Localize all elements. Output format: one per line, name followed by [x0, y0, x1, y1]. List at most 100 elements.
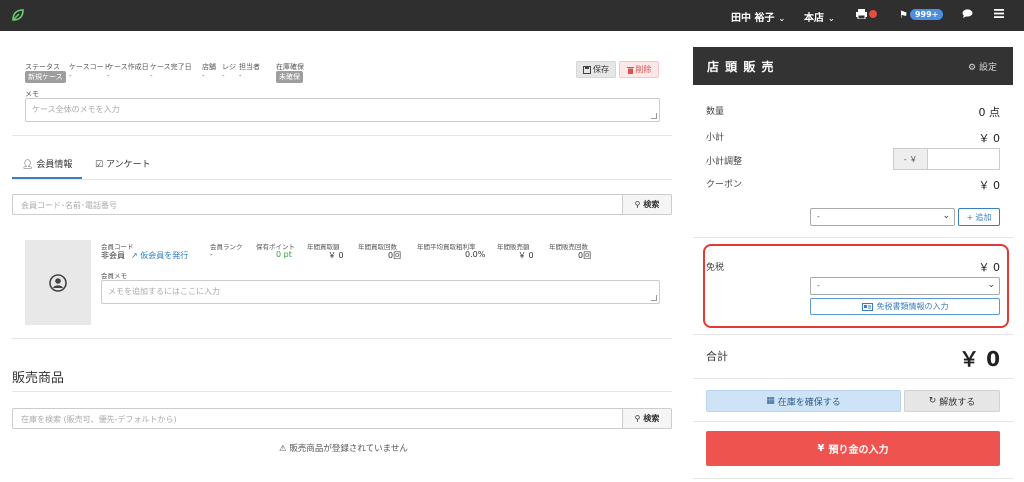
divider [12, 179, 672, 180]
chevron-down-icon: ⌄ [942, 211, 950, 221]
staff-label: 担当者 [239, 63, 260, 71]
id-card-icon [861, 302, 873, 311]
chevron-down-icon: ⌄ [987, 280, 995, 290]
issue-temp-member-link[interactable]: ↗ 仮会員を発行 [131, 250, 188, 261]
menu-icon [994, 9, 1004, 18]
divider [12, 338, 672, 339]
member-memo-label: 会員メモ [101, 272, 127, 280]
flag-icon: ⚑ [899, 10, 908, 21]
register-label: レジ [222, 63, 236, 71]
store-menu[interactable]: 本店 ⌄ [804, 9, 835, 24]
empty-products-message: ⚠ 販売商品が登録されていません [279, 442, 408, 454]
avatar [25, 240, 91, 325]
sales-panel-header: 店 頭 販 売 ⚙ 設定 [693, 47, 1013, 85]
member-search-button-label: 検索 [643, 200, 660, 209]
annual-buy-amount-value: ￥ 0 [328, 251, 344, 260]
coupon-value: ￥ 0 [978, 179, 1001, 192]
member-memo-placeholder: メモを追加するにはここに入力 [108, 287, 220, 296]
delete-button[interactable]: 削除 [619, 61, 659, 78]
leaf-logo-icon[interactable] [10, 7, 26, 23]
case-completed-value: - [150, 72, 153, 80]
product-search-input[interactable]: 在庫を検索 (販売可、優先-デフォルトから) [12, 408, 623, 429]
divider [693, 421, 1013, 422]
store-label: 店舗 [202, 63, 216, 71]
total-label: 合計 [706, 350, 728, 363]
case-created-label: ケース作成日 [107, 63, 149, 71]
top-bar: 田中 裕子 ⌄ 本店 ⌄ ⚑ 999+ [0, 0, 1024, 31]
annual-avg-rate-value: 0.0% [465, 250, 486, 259]
external-link-icon: ↗ [131, 251, 138, 260]
products-section-title: 販売商品 [12, 371, 65, 386]
plus-icon: + [966, 212, 974, 222]
search-icon: ⚲ [634, 414, 641, 423]
quantity-value: 0 点 [978, 106, 1001, 119]
hamburger-menu-button[interactable] [994, 9, 1004, 21]
subtotal-adjust-input[interactable] [927, 148, 1000, 170]
subtotal-value: ￥ 0 [978, 132, 1001, 145]
case-completed-label: ケース完了日 [150, 63, 192, 71]
member-search-button[interactable]: ⚲ 検索 [623, 194, 672, 215]
chevron-down-icon: ⌄ [828, 14, 835, 23]
settings-button[interactable]: ⚙ 設定 [968, 60, 997, 73]
yen-icon: ¥ [817, 443, 825, 454]
subtotal-adjust-label: 小計調整 [706, 157, 743, 167]
cubes-icon: ▦ [766, 396, 775, 406]
notification-badge: 999+ [909, 9, 944, 20]
total-value: ￥ 0 [959, 347, 1000, 371]
reserve-stock-button[interactable]: ▦ 在庫を確保する [706, 390, 901, 412]
store-name: 本店 [804, 13, 824, 24]
notifications-button[interactable]: ⚑ 999+ [899, 9, 944, 21]
checkbox-icon: ☑ [95, 160, 104, 170]
coupon-select[interactable]: - ⌄ [810, 208, 955, 226]
warning-icon: ⚠ [279, 444, 287, 454]
case-memo-textarea[interactable]: ケース全体のメモを入力 [25, 98, 660, 122]
deposit-input-button[interactable]: ¥ 預り金の入力 [706, 431, 1000, 466]
user-circle-icon [49, 273, 67, 292]
product-search-button[interactable]: ⚲ 検索 [623, 408, 672, 429]
release-button[interactable]: ↻ 解放する [904, 390, 1000, 412]
chevron-down-icon: ⌄ [778, 14, 786, 23]
empty-products-text: 販売商品が登録されていません [289, 444, 408, 454]
chat-button[interactable] [962, 9, 973, 22]
resize-handle-icon[interactable] [651, 113, 657, 119]
tax-free-documents-button[interactable]: 免税書類情報の入力 [810, 298, 1000, 315]
user-icon: 👤︎ [22, 160, 34, 170]
annual-buy-count-value: 0回 [388, 251, 402, 260]
quantity-label: 数量 [706, 107, 725, 117]
coupon-select-value: - [817, 212, 820, 221]
printer-button[interactable] [856, 9, 877, 21]
printer-icon [856, 9, 867, 20]
save-button[interactable]: 保存 [576, 61, 616, 78]
sales-panel-title: 店 頭 販 売 [707, 60, 775, 74]
product-search-button-label: 検索 [643, 414, 660, 423]
staff-value: - [239, 72, 242, 80]
case-memo-placeholder: ケース全体のメモを入力 [32, 105, 120, 114]
adjust-prefix: - ￥ [893, 148, 927, 170]
unlink-icon: ↻ [928, 396, 937, 406]
tab-survey[interactable]: ☑ アンケート [95, 157, 151, 170]
tab-member-info[interactable]: 👤︎ 会員情報 [22, 157, 72, 170]
tax-free-select-value: - [817, 281, 820, 290]
store-value: - [202, 72, 205, 80]
search-icon: ⚲ [634, 200, 641, 209]
member-code-value: 非会員 [101, 251, 125, 260]
tax-free-select[interactable]: - ⌄ [810, 277, 1000, 295]
annual-sales-amount-value: ￥ 0 [518, 251, 534, 260]
user-name: 田中 裕子 [731, 13, 775, 24]
resize-handle-icon[interactable] [651, 295, 657, 301]
add-coupon-button[interactable]: + 追加 [958, 208, 1000, 226]
divider [693, 478, 1013, 479]
member-search-input[interactable]: 会員コード･名前･電話番号 [12, 194, 623, 215]
trash-icon [626, 66, 634, 74]
release-label: 解放する [939, 397, 976, 408]
annual-sales-count-value: 0回 [578, 251, 592, 260]
save-icon [583, 65, 591, 74]
issue-temp-member-label: 仮会員を発行 [140, 251, 189, 260]
member-rank-label: 会員ランク [210, 243, 243, 251]
user-menu[interactable]: 田中 裕子 ⌄ [731, 9, 785, 24]
divider [12, 135, 672, 136]
member-memo-textarea[interactable]: メモを追加するにはここに入力 [101, 280, 660, 304]
tab-member-info-label: 会員情報 [36, 160, 73, 170]
member-rank-value: - [210, 251, 213, 259]
divider [693, 237, 1013, 238]
